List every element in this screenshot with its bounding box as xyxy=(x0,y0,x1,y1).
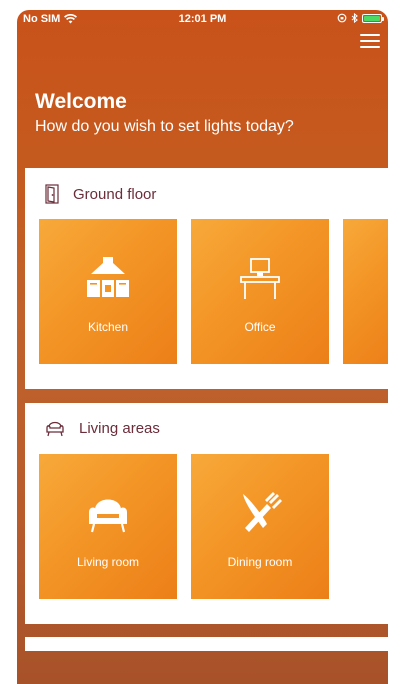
battery-icon xyxy=(362,13,384,23)
menu-line-icon xyxy=(360,40,380,42)
status-right xyxy=(337,13,384,23)
room-tiles: Kitchen Office xyxy=(39,219,388,364)
kitchen-icon xyxy=(87,257,129,297)
zone-card-living-areas: Living areas Living room Dining room xyxy=(25,403,388,624)
room-tile-partial[interactable] xyxy=(343,219,388,364)
fork-knife-icon xyxy=(243,492,282,532)
status-time: 12:01 PM xyxy=(178,13,227,25)
app-screen: No SIM 12:01 PM Welcome How do you wish … xyxy=(17,10,388,684)
door-icon xyxy=(45,184,59,204)
zone-title: Living areas xyxy=(79,419,160,437)
room-tile-office[interactable]: Office xyxy=(191,219,329,364)
room-label: Kitchen xyxy=(87,320,129,334)
menu-line-icon xyxy=(360,46,380,48)
bluetooth-icon xyxy=(351,13,358,23)
room-label: Office xyxy=(244,320,276,334)
zone-card-ground-floor: Ground floor Kitchen Office xyxy=(25,168,388,389)
orientation-lock-icon xyxy=(337,13,347,23)
room-tile-kitchen[interactable]: Kitchen xyxy=(39,219,177,364)
armchair-outline-icon xyxy=(46,421,64,437)
status-bar: No SIM 12:01 PM xyxy=(17,10,388,30)
welcome-subtitle: How do you wish to set lights today? xyxy=(35,118,294,135)
zone-header[interactable]: Ground floor xyxy=(45,184,156,204)
zone-card-partial xyxy=(25,637,388,651)
armchair-icon xyxy=(89,499,127,533)
room-tile-dining-room[interactable]: Dining room xyxy=(191,454,329,599)
hamburger-menu-button[interactable] xyxy=(360,34,380,50)
room-tile-living-room[interactable]: Living room xyxy=(39,454,177,599)
office-desk-icon xyxy=(240,258,280,299)
zone-title: Ground floor xyxy=(73,185,157,203)
room-label: Dining room xyxy=(227,555,293,569)
room-label: Living room xyxy=(76,555,140,569)
room-tiles: Living room Dining room xyxy=(39,454,329,599)
welcome-title: Welcome xyxy=(35,90,127,113)
menu-line-icon xyxy=(360,34,380,36)
zone-header[interactable]: Living areas xyxy=(45,419,160,437)
